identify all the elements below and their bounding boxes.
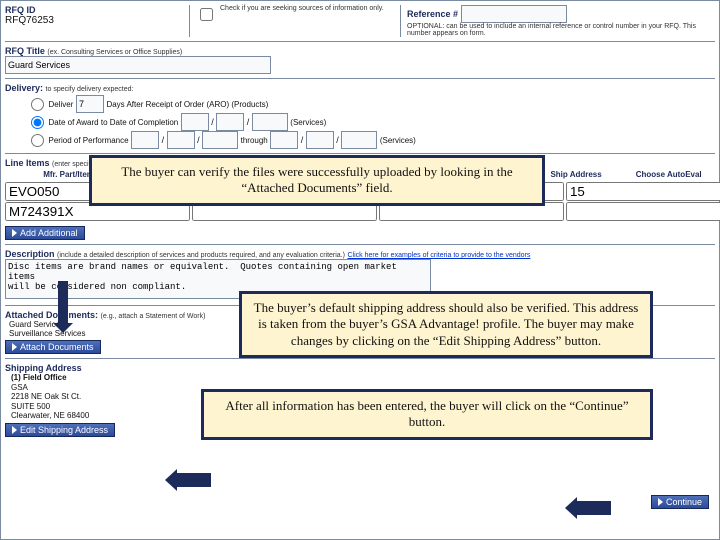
triangle-icon: [12, 426, 17, 434]
attach-documents-button[interactable]: Attach Documents: [5, 340, 101, 354]
delivery-opt3a: Period of Performance: [49, 136, 129, 145]
reference-label: Reference #: [407, 9, 458, 19]
attached-hint: (e.g., attach a Statement of Work): [101, 313, 206, 320]
qty-input[interactable]: [566, 202, 720, 221]
pop-y1[interactable]: [202, 131, 238, 149]
arrow-icon: [177, 473, 211, 487]
callout-continue: After all information has been entered, …: [201, 389, 653, 440]
triangle-icon: [12, 229, 17, 237]
attached-label: Attached Documents:: [5, 310, 98, 320]
rfqtitle-hint: (ex. Consulting Services or Office Suppl…: [47, 49, 182, 56]
delivery-hint: to specify delivery expected:: [46, 86, 134, 93]
rfqid-label: RFQ ID: [5, 5, 185, 15]
callout-shipping: The buyer’s default shipping address sho…: [239, 291, 653, 358]
delivery-award-y[interactable]: [252, 113, 288, 131]
delivery-label: Delivery:: [5, 83, 43, 93]
reference-input[interactable]: [461, 5, 567, 23]
pop-y2[interactable]: [341, 131, 377, 149]
rfqtitle-input[interactable]: [5, 56, 271, 74]
triangle-icon: [658, 498, 663, 506]
pop-m1[interactable]: [131, 131, 159, 149]
description-hint: (include a detailed description of servi…: [57, 252, 345, 259]
arrow-icon: [58, 281, 68, 323]
sources-checkbox[interactable]: [200, 8, 213, 21]
delivery-opt1b: Days After Receipt of Order (ARO) (Produ…: [106, 100, 268, 109]
delivery-award-d[interactable]: [216, 113, 244, 131]
reference-hint: OPTIONAL: can be used to include an inte…: [407, 23, 715, 37]
delivery-award-m[interactable]: [181, 113, 209, 131]
delivery-opt1a: Deliver: [49, 100, 74, 109]
pop-m2[interactable]: [270, 131, 298, 149]
description-label: Description: [5, 249, 55, 259]
shipping-label: Shipping Address: [5, 363, 715, 373]
rfqid-value: RFQ76253: [5, 15, 185, 26]
delivery-radio-aro[interactable]: [31, 98, 44, 111]
lineitems-label: Line Items: [5, 158, 50, 168]
delivery-opt2suf: (Services): [290, 118, 326, 127]
arrow-icon: [577, 501, 611, 515]
delivery-opt3suf: (Services): [380, 136, 416, 145]
qty-input[interactable]: [566, 182, 720, 201]
pop-d2[interactable]: [306, 131, 334, 149]
callout-attached: The buyer can verify the files were succ…: [89, 155, 545, 206]
sources-text: Check if you are seeking sources of info…: [220, 5, 384, 12]
description-link[interactable]: Click here for examples of criteria to p…: [348, 252, 531, 259]
rfqtitle-label: RFQ Title: [5, 46, 45, 56]
delivery-radio-award[interactable]: [31, 116, 44, 129]
continue-button[interactable]: Continue: [651, 495, 709, 509]
pop-d1[interactable]: [167, 131, 195, 149]
delivery-opt2a: Date of Award to Date of Completion: [49, 118, 179, 127]
edit-shipping-button[interactable]: Edit Shipping Address: [5, 423, 115, 437]
delivery-aro-days[interactable]: [76, 95, 104, 113]
delivery-radio-pop[interactable]: [31, 134, 44, 147]
triangle-icon: [12, 343, 17, 351]
delivery-opt3mid: through: [241, 136, 268, 145]
add-additional-button[interactable]: Add Additional: [5, 226, 85, 240]
